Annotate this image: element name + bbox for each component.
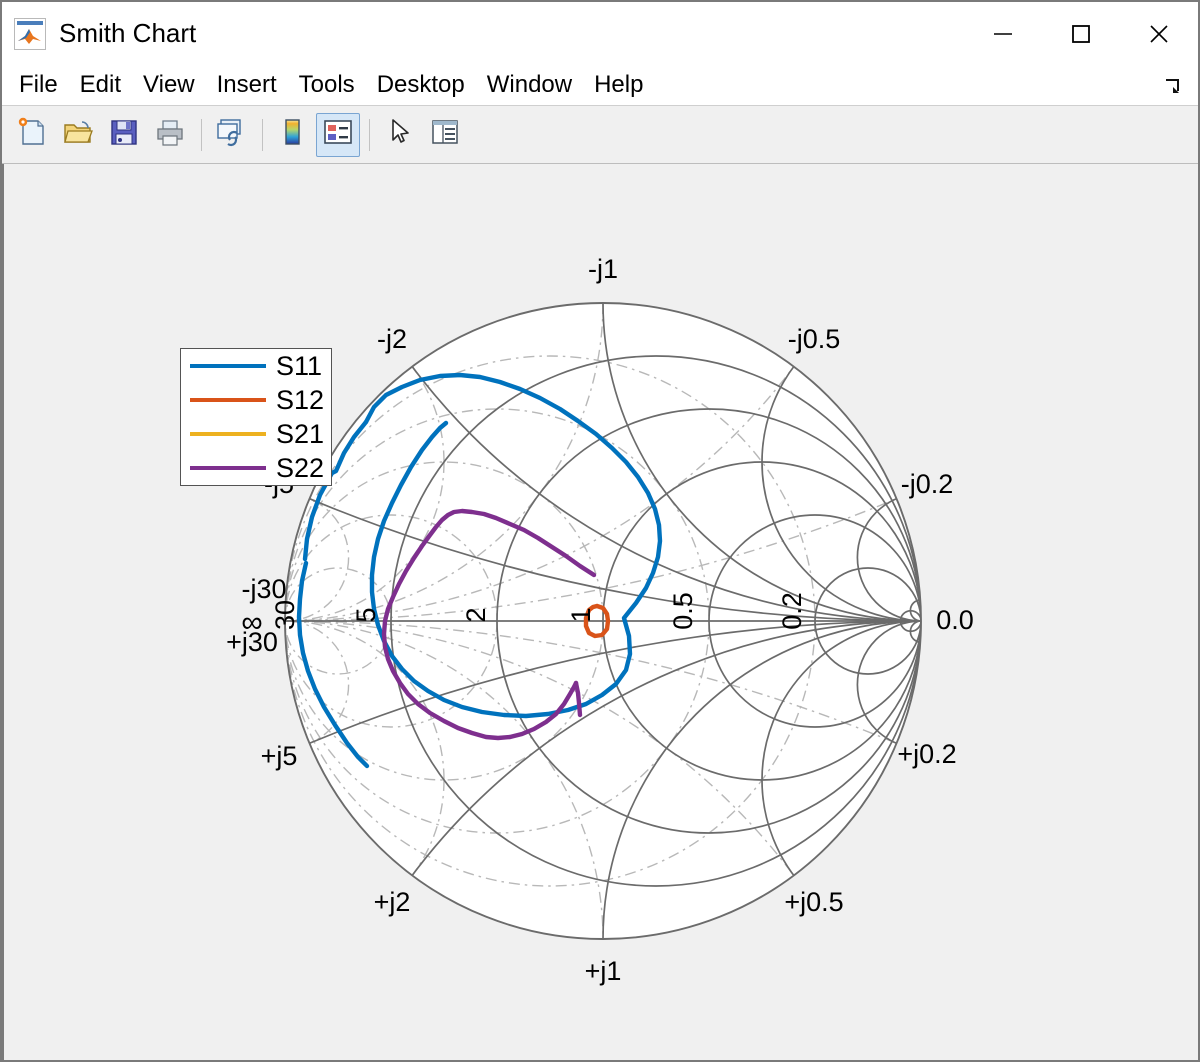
reactance-label-j05: +j0.5 xyxy=(784,887,843,917)
edit-plot-button[interactable] xyxy=(377,113,421,157)
title-bar: Smith Chart xyxy=(2,2,1198,65)
property-inspector-icon xyxy=(428,115,462,154)
menu-overflow-arrow-icon[interactable] xyxy=(1162,75,1184,102)
legend-label-s21: S21 xyxy=(276,421,324,448)
toolbar-separator-3 xyxy=(369,119,370,151)
smith-chart-plot[interactable]: -j1-j0.5-j0.20.0+j0.2+j0.5+j1+j2+j5+j30∞… xyxy=(4,164,1198,1060)
reactance-label-j5: +j5 xyxy=(261,741,298,771)
legend-entry-s22: S22 xyxy=(181,451,331,485)
reactance-label-j1: +j1 xyxy=(585,956,622,986)
save-figure-button[interactable] xyxy=(102,113,146,157)
resistance-label-05: 0.5 xyxy=(668,592,698,630)
legend-label-s22: S22 xyxy=(276,455,324,482)
reactance-label-inf: ∞ xyxy=(241,606,262,639)
legend-entry-s12: S12 xyxy=(181,383,331,417)
reactance-label--j05: -j0.5 xyxy=(788,324,841,354)
window-controls xyxy=(964,2,1198,65)
reactance-label--j02: -j0.2 xyxy=(901,469,954,499)
toolbar-separator-1 xyxy=(201,119,202,151)
link-plot-icon xyxy=(214,115,248,154)
legend-line-s11 xyxy=(190,364,266,368)
colorbar-icon xyxy=(275,115,309,154)
resistance-label-5: 5 xyxy=(351,607,381,622)
menu-item-desktop[interactable]: Desktop xyxy=(366,65,476,105)
open-folder-icon xyxy=(61,115,95,154)
toolbar-separator-2 xyxy=(262,119,263,151)
menu-item-file[interactable]: File xyxy=(8,65,69,105)
menu-item-window[interactable]: Window xyxy=(476,65,583,105)
menu-item-edit[interactable]: Edit xyxy=(69,65,132,105)
legend-box[interactable]: S11 S12 S21 S22 xyxy=(180,348,332,486)
property-inspector-button[interactable] xyxy=(423,113,467,157)
print-figure-button[interactable] xyxy=(148,113,192,157)
menu-item-help[interactable]: Help xyxy=(583,65,654,105)
printer-icon xyxy=(153,115,187,154)
matlab-icon xyxy=(14,18,46,50)
reactance-label--j30: -j30 xyxy=(241,574,286,604)
figure-canvas: -j1-j0.5-j0.20.0+j0.2+j0.5+j1+j2+j5+j30∞… xyxy=(2,164,1198,1060)
menu-item-insert[interactable]: Insert xyxy=(206,65,288,105)
reactance-label-j02: +j0.2 xyxy=(897,739,956,769)
resistance-label-1: 1 xyxy=(566,607,596,622)
menu-bar: File Edit View Insert Tools Desktop Wind… xyxy=(2,65,1198,106)
minimize-button[interactable] xyxy=(964,2,1042,65)
resistance-label-2: 2 xyxy=(461,607,491,622)
reactance-label-j2: +j2 xyxy=(374,887,411,917)
open-file-button[interactable] xyxy=(56,113,100,157)
new-figure-button[interactable] xyxy=(10,113,54,157)
link-plot-button[interactable] xyxy=(209,113,253,157)
legend-label-s12: S12 xyxy=(276,387,324,414)
reactance-label--j2: -j2 xyxy=(377,324,407,354)
menu-item-view[interactable]: View xyxy=(132,65,206,105)
save-disk-icon xyxy=(107,115,141,154)
reactance-label-00: 0.0 xyxy=(936,605,974,635)
insert-colorbar-button[interactable] xyxy=(270,113,314,157)
legend-label-s11: S11 xyxy=(276,353,322,380)
legend-entry-s21: S21 xyxy=(181,417,331,451)
new-figure-icon xyxy=(15,115,49,154)
menu-item-tools[interactable]: Tools xyxy=(288,65,366,105)
window-title: Smith Chart xyxy=(59,18,196,49)
pointer-arrow-icon xyxy=(382,115,416,154)
reactance-label--j1: -j1 xyxy=(588,254,618,284)
legend-line-s12 xyxy=(190,398,266,402)
insert-legend-button[interactable] xyxy=(316,113,360,157)
legend-icon xyxy=(321,115,355,154)
maximize-button[interactable] xyxy=(1042,2,1120,65)
toolbar xyxy=(2,106,1198,164)
legend-entry-s11: S11 xyxy=(181,349,331,383)
legend-line-s21 xyxy=(190,432,266,436)
resistance-label-02: 0.2 xyxy=(777,592,807,630)
legend-line-s22 xyxy=(190,466,266,470)
smith-chart-window: Smith Chart File Edit View Insert Tools … xyxy=(0,0,1200,1062)
close-button[interactable] xyxy=(1120,2,1198,65)
resistance-label-30: 30 xyxy=(270,600,300,630)
